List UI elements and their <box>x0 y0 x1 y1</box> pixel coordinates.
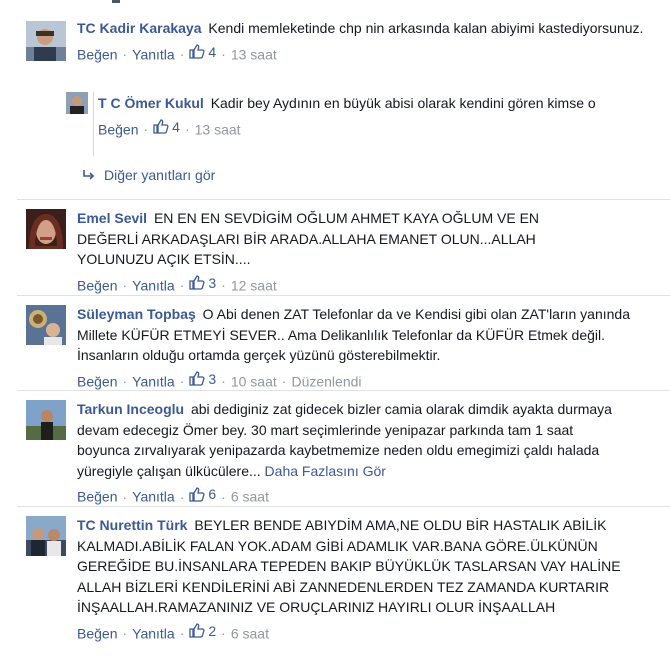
thumbs-up-icon <box>189 275 205 290</box>
like-count-value: 4 <box>172 118 180 135</box>
comment: TC Kadir Karakaya Kendi memleketinde chp… <box>26 20 662 83</box>
timestamp[interactable]: 10 saat <box>231 373 277 389</box>
thumbs-up-icon <box>189 371 205 386</box>
like-button[interactable]: Beğen <box>98 121 138 137</box>
like-button[interactable]: Beğen <box>77 277 117 293</box>
edited-label[interactable]: Düzenlendi <box>291 373 361 389</box>
comment-actions: Beğen · Yanıtla · 2 · 6 saat <box>77 622 269 642</box>
timestamp[interactable]: 6 saat <box>231 625 269 641</box>
like-count-value: 4 <box>208 43 217 60</box>
like-count-value: 3 <box>208 370 217 387</box>
like-button[interactable]: Beğen <box>77 46 117 62</box>
avatar-photo <box>26 516 66 556</box>
divider <box>17 295 670 296</box>
avatar[interactable] <box>26 400 66 440</box>
reply-thread: T C Ömer Kukul Kadir bey Aydının en büyü… <box>66 92 670 156</box>
like-count-value: 2 <box>208 622 217 639</box>
like-count[interactable]: 2 <box>189 622 216 640</box>
timestamp[interactable]: 13 saat <box>195 121 241 137</box>
reply-actions: Beğen · 4 · 13 saat <box>98 118 241 138</box>
comment-author[interactable]: Emel Sevil <box>77 210 147 226</box>
avatar-photo <box>66 92 88 114</box>
like-button[interactable]: Beğen <box>77 373 117 389</box>
like-button[interactable]: Beğen <box>77 625 117 641</box>
thumbs-up-icon <box>189 623 205 638</box>
avatar-photo <box>26 21 66 61</box>
reply-button[interactable]: Yanıtla <box>132 625 175 641</box>
reply-button[interactable]: Yanıtla <box>132 277 175 293</box>
reply-text: Kadir bey Aydının en büyük abisi olarak … <box>210 95 596 111</box>
divider <box>17 390 670 391</box>
like-count[interactable]: 6 <box>189 485 216 503</box>
comment-actions: Beğen · Yanıtla · 3 · 12 saat <box>77 274 277 294</box>
reply-author[interactable]: T C Ömer Kukul <box>98 95 204 111</box>
comment-author[interactable]: Tarkun Inceoglu <box>77 401 184 417</box>
reply-button[interactable]: Yanıtla <box>132 373 175 389</box>
comment-actions: Beğen · Yanıtla · 3 · 10 saat · Düzenlendi <box>77 370 362 390</box>
reply-button[interactable]: Yanıtla <box>132 489 175 505</box>
reply-arrow-icon <box>83 170 95 180</box>
timestamp[interactable]: 12 saat <box>231 277 277 293</box>
divider <box>112 0 120 3</box>
see-more-link[interactable]: Daha Fazlasını Gör <box>265 463 386 479</box>
thumbs-up-icon <box>189 486 205 502</box>
avatar-photo <box>26 400 66 440</box>
like-count[interactable]: 3 <box>189 274 216 292</box>
see-more-replies-link[interactable]: Diğer yanıtları gör <box>82 167 215 183</box>
top-edge <box>0 0 670 6</box>
comment-actions: Beğen · Yanıtla · 6 · 6 saat <box>77 485 269 505</box>
comment-author[interactable]: Süleyman Topbaş <box>77 306 196 322</box>
avatar-photo <box>26 209 66 249</box>
divider <box>17 199 670 200</box>
comment-author[interactable]: TC Nurettin Türk <box>77 517 187 533</box>
thumbs-up-icon <box>153 119 169 134</box>
see-more-replies-label: Diğer yanıtları gör <box>104 167 216 183</box>
reply-button[interactable]: Yanıtla <box>132 46 175 62</box>
avatar[interactable] <box>26 21 66 61</box>
comment-text: Kendi memleketinde chp nin arkasında kal… <box>208 20 644 36</box>
comment-author[interactable]: TC Kadir Karakaya <box>77 20 202 36</box>
avatar[interactable] <box>66 92 88 114</box>
like-count[interactable]: 3 <box>189 370 216 388</box>
thumbs-up-icon <box>189 44 205 59</box>
like-count[interactable]: 4 <box>189 43 216 61</box>
timestamp[interactable]: 6 saat <box>231 489 269 505</box>
avatar[interactable] <box>26 305 66 345</box>
comment-actions: Beğen · Yanıtla · 4 · 13 saat <box>77 43 277 63</box>
like-count[interactable]: 4 <box>153 118 180 136</box>
avatar[interactable] <box>26 516 66 556</box>
avatar[interactable] <box>26 209 66 249</box>
like-count-value: 6 <box>208 486 217 502</box>
like-button[interactable]: Beğen <box>77 489 117 505</box>
divider <box>17 506 670 507</box>
timestamp[interactable]: 13 saat <box>231 46 277 62</box>
like-count-value: 3 <box>208 274 217 291</box>
avatar-photo <box>26 305 66 345</box>
